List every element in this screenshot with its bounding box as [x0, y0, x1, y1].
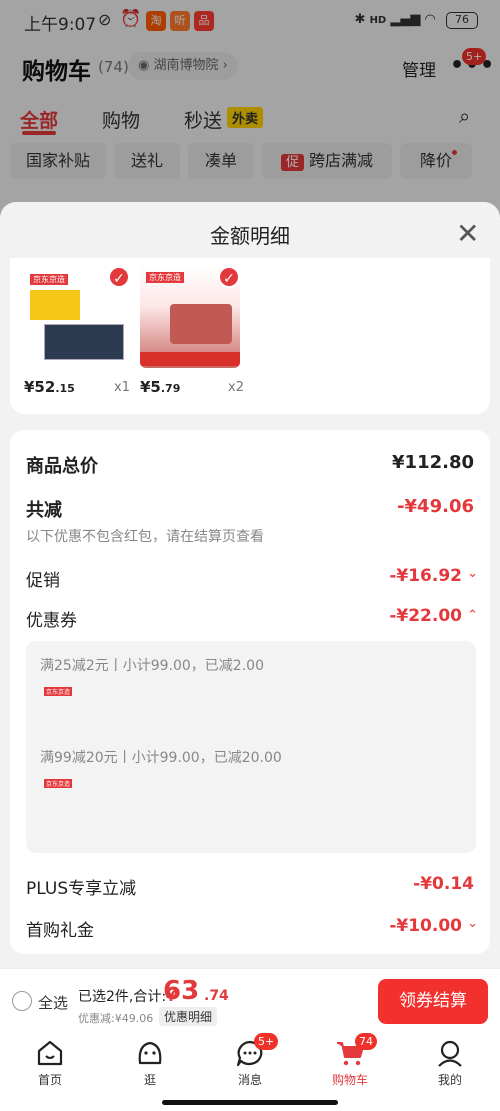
product-label-block	[30, 290, 80, 320]
select-all-label[interactable]: 全选	[38, 992, 68, 1013]
reduce-value: -¥49.06	[397, 496, 474, 517]
summary-card: 商品总价 ¥112.80 共减 -¥49.06 以下优惠不包含红包，请在结算页查…	[10, 430, 490, 954]
coupon-product-thumb: 京东京造	[40, 775, 98, 833]
nav-label: 消息	[237, 1073, 262, 1087]
total-price-main: 63	[163, 976, 200, 1006]
product-box-graphic	[44, 324, 124, 360]
checkout-button[interactable]: 领券结算	[378, 979, 488, 1024]
jd-logo: 京东京造	[146, 272, 184, 283]
sheet-title: 金额明细	[210, 224, 290, 248]
total-price-dec: .74	[204, 988, 229, 1004]
goods-total-value: ¥112.80	[392, 452, 474, 473]
selected-check-icon[interactable]: ✓	[108, 266, 130, 288]
profile-icon	[438, 1040, 462, 1067]
coupon-details: 满25减2元丨小计99.00，已减2.00 京东京造 满99减20元丨小计99.…	[26, 641, 476, 853]
product-price-main: ¥52	[24, 378, 56, 396]
coupon-value[interactable]: -¥22.00	[389, 606, 462, 626]
reduce-label: 共减	[26, 500, 62, 521]
nav-explore[interactable]: 逛	[115, 1039, 185, 1088]
nav-label: 逛	[143, 1073, 156, 1087]
coupon-product-thumb: 京东京造	[40, 683, 98, 741]
discount-detail-button[interactable]: 优惠明细	[159, 1007, 218, 1026]
chevron-down-icon[interactable]: ⌄	[467, 916, 478, 931]
promo-value[interactable]: -¥16.92	[389, 566, 462, 586]
selected-total-text: 已选2件,合计:¥	[78, 986, 176, 1006]
home-indicator[interactable]	[162, 1100, 338, 1105]
product-strip	[140, 352, 240, 366]
product-price: ¥5.79	[140, 378, 180, 396]
nav-label: 购物车	[331, 1073, 368, 1087]
bottom-nav: 首页 逛 消息 5+ 购物车 74 我的	[0, 1031, 500, 1111]
coupon-info: 满25减2元丨小计99.00，已减2.00	[40, 658, 264, 674]
first-purchase-value[interactable]: -¥10.00	[389, 916, 462, 936]
product-price-dec: .15	[55, 382, 75, 395]
messages-badge: 5+	[254, 1033, 279, 1050]
first-purchase-label: 首购礼金	[26, 921, 94, 941]
explore-icon	[138, 1041, 162, 1065]
chevron-down-icon[interactable]: ⌄	[467, 566, 478, 581]
jd-logo: 京东京造	[44, 687, 73, 696]
cart-badge: 74	[355, 1033, 377, 1050]
products-card: 京东京造 ✓ 京东京造 ✓ ¥52.15 x1 ¥5.79 x2	[10, 258, 490, 414]
selected-check-icon[interactable]: ✓	[218, 266, 240, 288]
product-price: ¥52.15	[24, 378, 75, 396]
reduce-note: 以下优惠不包含红包，请在结算页查看	[26, 529, 264, 545]
coupon-label: 优惠券	[26, 611, 77, 631]
select-all-radio[interactable]	[12, 991, 32, 1011]
product-price-main: ¥5	[140, 378, 161, 396]
nav-home[interactable]: 首页	[15, 1039, 85, 1088]
chevron-up-icon[interactable]: ⌃	[467, 608, 478, 623]
nav-label: 首页	[37, 1073, 62, 1087]
close-icon[interactable]: ✕	[456, 220, 479, 248]
checkout-bar: 全选 已选2件,合计:¥ 63 .74 优惠减:¥49.06 优惠明细 领券结算	[0, 968, 500, 1031]
product-qty: x1	[114, 380, 130, 395]
jd-logo: 京东京造	[30, 274, 68, 285]
nav-label: 我的	[437, 1073, 462, 1087]
selected-count: 已选2件,合计:	[78, 989, 167, 1005]
nav-profile[interactable]: 我的	[415, 1039, 485, 1088]
product-hawthorn-graphic	[170, 304, 232, 344]
coupon-info: 满99减20元丨小计99.00，已减20.00	[40, 750, 282, 766]
plus-value: -¥0.14	[413, 874, 474, 894]
promo-label: 促销	[26, 571, 60, 591]
home-icon	[37, 1040, 63, 1066]
product-price-dec: .79	[160, 382, 181, 395]
saved-amount: 优惠减:¥49.06	[78, 1012, 154, 1025]
product-qty: x2	[228, 380, 244, 395]
goods-total-label: 商品总价	[26, 456, 98, 477]
plus-label: PLUS专享立减	[26, 879, 137, 899]
jd-logo: 京东京造	[44, 779, 73, 788]
